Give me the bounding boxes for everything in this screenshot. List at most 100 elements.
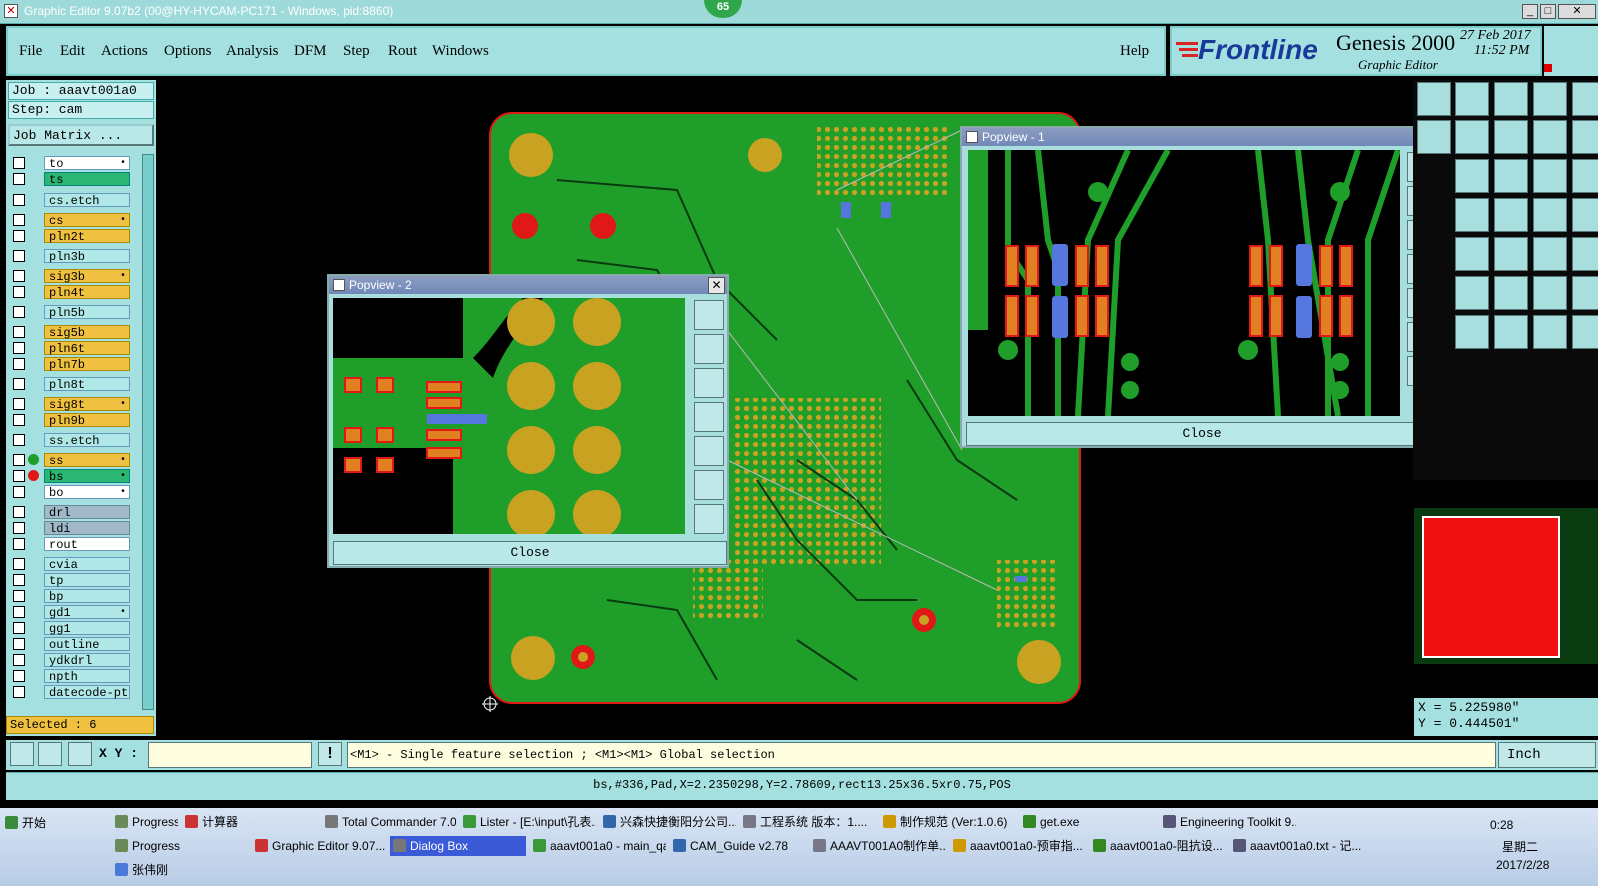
popview-2-zoom-out-button[interactable] <box>694 504 724 534</box>
grid-tool-icon[interactable] <box>68 742 92 766</box>
layer-row[interactable]: pln8t <box>10 377 130 392</box>
layer-checkbox[interactable] <box>13 654 25 666</box>
taskbar-item[interactable]: get.exe <box>1020 812 1156 832</box>
layer-name[interactable]: cs • <box>44 213 130 228</box>
layer-scrollbar[interactable] <box>142 154 154 710</box>
layer-checkbox[interactable] <box>13 378 25 390</box>
layer-checkbox[interactable] <box>13 606 25 618</box>
window-icon[interactable] <box>1533 82 1567 116</box>
taskbar-item[interactable]: Progress <box>112 836 248 856</box>
layer-checkbox[interactable] <box>13 230 25 242</box>
layer-name[interactable]: bp <box>44 589 130 604</box>
layer-name[interactable]: pln6t <box>44 341 130 356</box>
layer-name[interactable]: to • <box>44 156 130 171</box>
layer-name[interactable]: sig5b <box>44 325 130 340</box>
layer-row[interactable]: pln4t <box>10 285 130 300</box>
maximize-button[interactable]: □ <box>1540 4 1556 19</box>
shape-icon[interactable] <box>1533 159 1567 193</box>
layer-row[interactable]: sig3b • <box>10 269 130 284</box>
undo-icon[interactable] <box>1494 237 1528 271</box>
measure-tool-icon[interactable] <box>38 742 62 766</box>
layer-name[interactable]: pln4t <box>44 285 130 300</box>
cross-icon[interactable] <box>1533 198 1567 232</box>
layer-name[interactable]: ldi <box>44 521 130 536</box>
layer-checkbox[interactable] <box>13 486 25 498</box>
layer-name[interactable]: sig3b • <box>44 269 130 284</box>
edit-icon[interactable] <box>1533 276 1567 310</box>
popview-2-pan-left-button[interactable] <box>694 402 724 432</box>
snap-icon[interactable] <box>1572 82 1598 116</box>
layers-icon[interactable] <box>1455 159 1489 193</box>
layer-name[interactable]: pln2t <box>44 229 130 244</box>
layer-row[interactable]: ss.etch <box>10 433 130 448</box>
layer-name[interactable]: outline <box>44 637 130 652</box>
popview-2-close-button[interactable]: Close <box>333 541 727 565</box>
taskbar-item[interactable]: Progress <box>112 812 178 832</box>
menu-dfm[interactable]: DFM <box>294 43 327 60</box>
xy-input[interactable] <box>148 742 312 768</box>
help-icon[interactable] <box>1494 120 1528 154</box>
layer-checkbox[interactable] <box>13 194 25 206</box>
copy-icon[interactable] <box>1417 120 1451 154</box>
layer-checkbox[interactable] <box>13 358 25 370</box>
units-selector[interactable]: Inch <box>1498 742 1596 768</box>
layer-name[interactable]: gg1 <box>44 621 130 636</box>
taskbar-item[interactable]: aaavt001a0-预审指... <box>950 836 1086 856</box>
layer-name[interactable]: ydkdrl <box>44 653 130 668</box>
layer-row[interactable]: bp <box>10 589 130 604</box>
layer-row[interactable]: sig8t • <box>10 397 130 412</box>
layer-checkbox[interactable] <box>13 173 25 185</box>
layer-affected-icon[interactable] <box>28 470 39 481</box>
info-icon[interactable]: ! <box>318 742 342 766</box>
pad-icon[interactable] <box>1494 198 1528 232</box>
layer-name[interactable]: drl <box>44 505 130 520</box>
popview-2-zoom-fit-button[interactable] <box>694 300 724 330</box>
menu-edit[interactable]: Edit <box>60 43 85 60</box>
layer-row[interactable]: gd1 • <box>10 605 130 620</box>
layer-checkbox[interactable] <box>13 286 25 298</box>
taskbar-item[interactable]: Graphic Editor 9.07... <box>252 836 386 856</box>
taskbar-item[interactable]: 兴森快捷衡阳分公司... <box>600 812 736 832</box>
popview-2-close-icon[interactable]: ✕ <box>708 277 725 294</box>
job-matrix-button[interactable]: Job Matrix ... <box>8 124 154 146</box>
move-icon[interactable] <box>1572 198 1598 232</box>
taskbar-item[interactable]: AAAVT001A0制作单... <box>810 836 946 856</box>
layer-checkbox[interactable] <box>13 670 25 682</box>
zoom-icon[interactable] <box>1533 120 1567 154</box>
text-icon[interactable] <box>1572 237 1598 271</box>
menu-file[interactable]: File <box>19 43 42 60</box>
layer-name[interactable]: gd1 • <box>44 605 130 620</box>
layer-row[interactable]: ydkdrl <box>10 653 130 668</box>
menu-actions[interactable]: Actions <box>101 43 148 60</box>
popview-2-pan-right-button[interactable] <box>694 436 724 466</box>
layer-row[interactable]: cs.etch <box>10 193 130 208</box>
line-icon[interactable] <box>1455 237 1489 271</box>
snap-tool-icon[interactable] <box>10 742 34 766</box>
layer-checkbox[interactable] <box>13 574 25 586</box>
layer-row[interactable]: cvia <box>10 557 130 572</box>
layer-checkbox[interactable] <box>13 214 25 226</box>
layer-name[interactable]: ss • <box>44 453 130 468</box>
layer-name[interactable]: pln3b <box>44 249 130 264</box>
taskbar-item[interactable]: 计算器 <box>182 812 318 832</box>
layer-checkbox[interactable] <box>13 157 25 169</box>
popview-2-pan-up-button[interactable] <box>694 334 724 364</box>
menu-options[interactable]: Options <box>164 43 212 60</box>
select-icon[interactable] <box>1494 276 1528 310</box>
popview-2-canvas[interactable] <box>333 298 685 534</box>
layer-name[interactable]: sig8t • <box>44 397 130 412</box>
save-icon[interactable] <box>1494 82 1528 116</box>
layer-row[interactable]: bs • <box>10 469 130 484</box>
taskbar-item[interactable]: aaavt001a0 - main_qa <box>530 836 666 856</box>
layer-name[interactable]: tp <box>44 573 130 588</box>
layer-row[interactable]: drl <box>10 505 130 520</box>
menu-step[interactable]: Step <box>343 43 370 60</box>
layer-row[interactable]: tp <box>10 573 130 588</box>
arc-icon[interactable] <box>1533 237 1567 271</box>
layer-checkbox[interactable] <box>13 638 25 650</box>
layer-checkbox[interactable] <box>13 434 25 446</box>
layer-name[interactable]: pln7b <box>44 357 130 372</box>
layer-affected-icon[interactable] <box>28 454 39 465</box>
job-icon[interactable] <box>1417 82 1451 116</box>
layer-row[interactable]: pln5b <box>10 305 130 320</box>
